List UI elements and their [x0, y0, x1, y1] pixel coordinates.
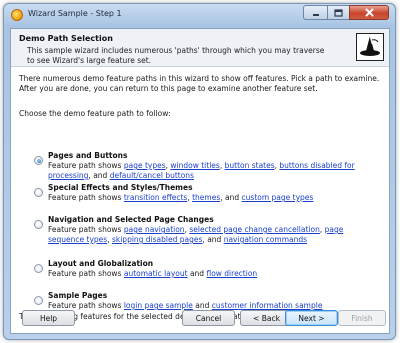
feature-link[interactable]: transition effects: [124, 193, 187, 202]
option-title: Sample Pages: [48, 291, 108, 300]
feature-link[interactable]: flow direction: [206, 269, 257, 278]
option-separator: , and: [220, 193, 240, 202]
intro-text: There numerous demo feature paths in thi…: [19, 74, 380, 93]
option-conjunction: and: [195, 301, 210, 310]
feature-link[interactable]: window titles: [170, 161, 219, 170]
option-prefix: Feature path shows: [48, 161, 124, 170]
option-conjunction: and: [225, 193, 240, 202]
feature-link[interactable]: button states: [225, 161, 275, 170]
option-description: Feature path shows page navigation, sele…: [48, 225, 344, 244]
title-bar[interactable]: Wizard Sample - Step 1: [4, 4, 395, 26]
option-title: Pages and Buttons: [48, 151, 128, 160]
radio-button[interactable]: [34, 188, 43, 197]
feature-link[interactable]: automatic layout: [124, 269, 188, 278]
feature-link[interactable]: customer information sample: [212, 301, 323, 310]
option-prefix: Feature path shows: [48, 269, 124, 278]
feature-link[interactable]: default/cancel buttons: [110, 171, 194, 180]
maximize-button[interactable]: [327, 5, 349, 20]
cancel-button[interactable]: Cancel: [182, 310, 235, 326]
finish-button[interactable]: Finish: [338, 310, 386, 326]
option-prefix: Feature path shows: [48, 193, 124, 202]
feature-link[interactable]: selected page change cancellation: [189, 225, 320, 234]
window-title: Wizard Sample - Step 1: [28, 9, 122, 18]
close-button[interactable]: [349, 5, 389, 20]
minimize-button[interactable]: [303, 5, 327, 20]
minimize-icon: [312, 13, 319, 16]
feature-link[interactable]: custom page types: [242, 193, 314, 202]
header-banner: Demo Path Selection This sample wizard i…: [11, 29, 389, 67]
option-separator: and: [188, 269, 207, 278]
option-description: Feature path shows transition effects, t…: [48, 193, 314, 202]
wizard-content: Demo Path Selection This sample wizard i…: [10, 28, 390, 334]
button-bar: Help Cancel < Back Next > Finish: [4, 310, 395, 336]
app-icon: [11, 9, 23, 21]
radio-button[interactable]: [34, 264, 43, 273]
maximize-icon: [334, 8, 343, 17]
radio-button[interactable]: [34, 296, 43, 305]
option-description: Feature path shows page types, window ti…: [48, 161, 355, 180]
feature-link[interactable]: navigation commands: [224, 235, 307, 244]
feature-link[interactable]: login page sample: [124, 301, 193, 310]
feature-link[interactable]: page navigation: [124, 225, 185, 234]
feature-link[interactable]: themes: [192, 193, 220, 202]
close-icon: [365, 8, 373, 17]
help-button[interactable]: Help: [22, 310, 75, 326]
option-title: Layout and Globalization: [48, 259, 154, 268]
next-button[interactable]: Next >: [285, 310, 338, 326]
feature-link[interactable]: page types: [124, 161, 166, 170]
option-separator: and: [193, 301, 212, 310]
option-title: Special Effects and Styles/Themes: [48, 183, 193, 192]
radio-button[interactable]: [34, 220, 43, 229]
option-separator: , and: [88, 171, 108, 180]
feature-link[interactable]: skipping disabled pages: [112, 235, 202, 244]
page-description: This sample wizard includes numerous 'pa…: [27, 46, 325, 65]
radio-button[interactable]: [34, 156, 43, 165]
choose-label: Choose the demo feature path to follow:: [19, 109, 171, 118]
wizard-hat-icon: [356, 33, 384, 61]
option-title: Navigation and Selected Page Changes: [48, 215, 214, 224]
option-prefix: Feature path shows: [48, 301, 124, 310]
caption-buttons: [303, 5, 389, 20]
option-description: Feature path shows automatic layout and …: [48, 269, 378, 279]
option-conjunction: and: [189, 269, 205, 278]
page-title: Demo Path Selection: [19, 34, 113, 43]
option-prefix: Feature path shows: [48, 225, 124, 234]
option-separator: , and: [202, 235, 222, 244]
option-conjunction: and: [93, 171, 108, 180]
wizard-window: Wizard Sample - Step 1 Demo Path Selecti…: [3, 3, 396, 340]
option-conjunction: and: [207, 235, 222, 244]
